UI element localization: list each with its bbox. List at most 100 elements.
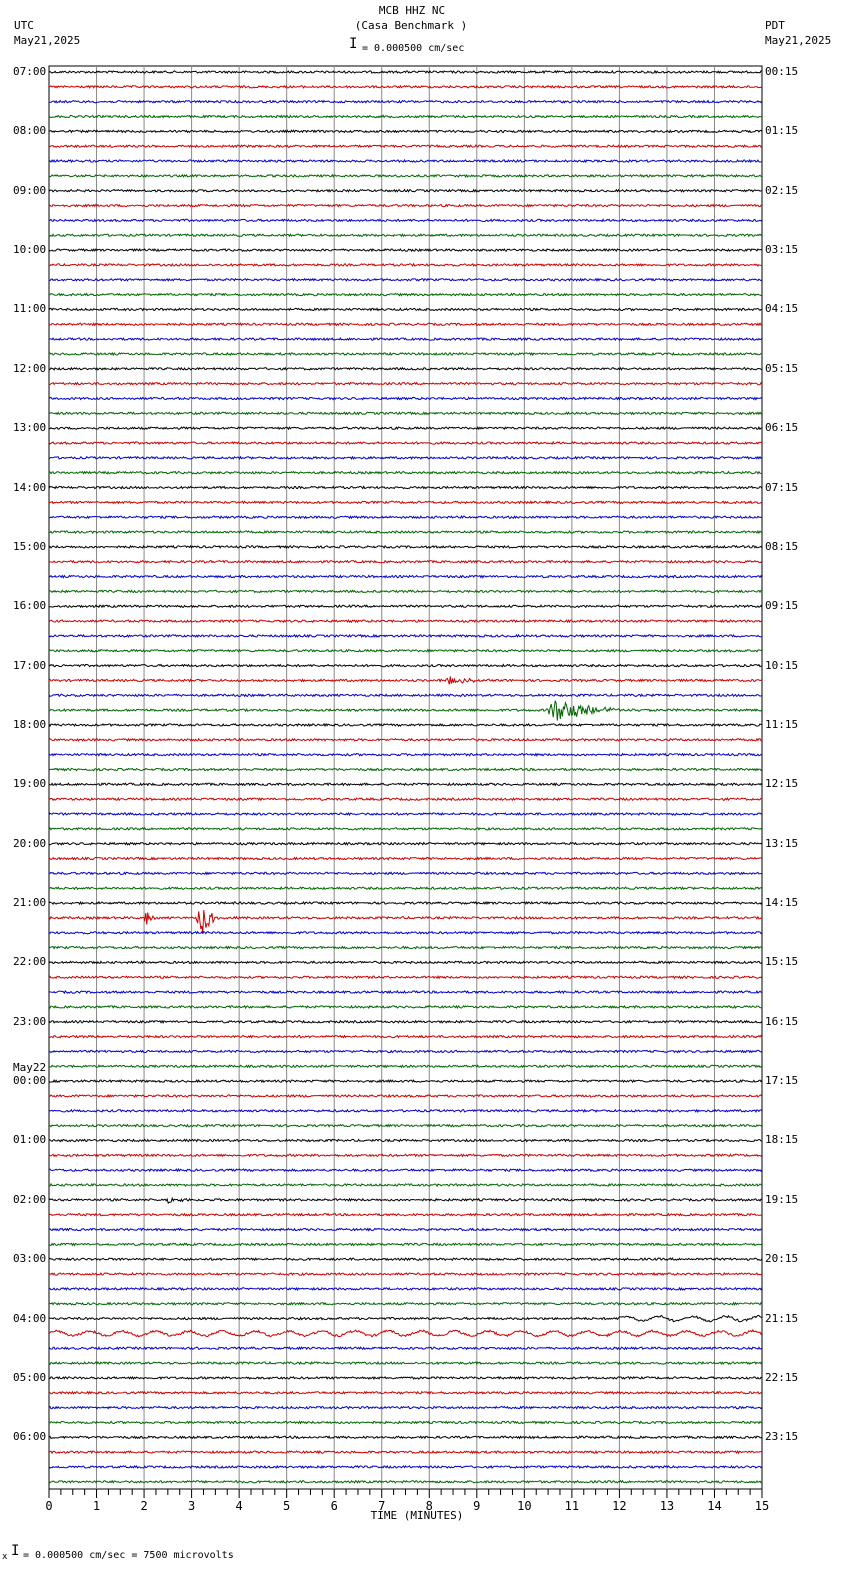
- trace-row: [48, 619, 763, 624]
- pdt-hour-label: 13:15: [765, 836, 799, 850]
- trace-row: [48, 989, 763, 995]
- utc-hour-label: 05:00: [13, 1370, 47, 1384]
- trace-row: [48, 396, 763, 401]
- trace-row: [48, 381, 763, 386]
- trace-row: [48, 722, 762, 728]
- x-tick-label: 14: [707, 1499, 721, 1513]
- trace-row: [48, 871, 763, 876]
- trace-row: [48, 129, 763, 134]
- utc-hour-label: 18:00: [13, 717, 47, 731]
- x-tick-label: 15: [755, 1499, 769, 1513]
- trace-row: [48, 1271, 763, 1277]
- trace-row: [48, 930, 763, 935]
- x-axis-label: TIME (MINUTES): [370, 1509, 464, 1522]
- pdt-hour-label: 14:15: [765, 896, 799, 910]
- trace-row: [48, 336, 763, 342]
- footer-scale-bar-icon: I: [11, 1543, 20, 1559]
- trace-row: [48, 1227, 763, 1232]
- trace-row: [48, 411, 763, 416]
- trace-row: [48, 663, 763, 668]
- x-tick-label: 4: [236, 1499, 243, 1513]
- pdt-hour-label: 19:15: [765, 1192, 799, 1206]
- trace-row: [48, 1405, 763, 1410]
- trace-row: [48, 1286, 763, 1292]
- trace-row: [48, 559, 763, 564]
- pdt-hour-label: 00:15: [765, 65, 799, 78]
- utc-hour-label: 23:00: [13, 1014, 47, 1028]
- utc-hour-label: 13:00: [13, 421, 47, 435]
- trace-row: [48, 574, 763, 579]
- utc-hour-label: 16:00: [13, 599, 47, 613]
- trace-row: [48, 218, 763, 223]
- trace-row: [48, 292, 763, 297]
- trace-row: [48, 173, 763, 178]
- trace-row: [48, 856, 763, 861]
- helicorder-plot: 0 1 2 3 4 5 6 7 8 9 10 11 12 13 14 15: [45, 65, 769, 1513]
- trace-row: [48, 262, 763, 268]
- trace-row: [48, 1242, 763, 1247]
- pdt-hour-label: 23:15: [765, 1430, 799, 1444]
- trace-row: [48, 1078, 763, 1084]
- utc-hour-label: 01:00: [13, 1133, 47, 1147]
- utc-hour-label: 12:00: [13, 361, 47, 375]
- trace-row: [48, 455, 763, 460]
- trace-row: [48, 544, 763, 549]
- trace-row: [49, 84, 763, 89]
- trace-row: [48, 1479, 763, 1484]
- utc-hour-label: 04:00: [13, 1311, 47, 1325]
- pdt-hour-label: 22:15: [765, 1370, 799, 1384]
- pdt-hour-label: 20:15: [765, 1252, 799, 1266]
- trace-row: [48, 158, 763, 164]
- trace-row: [48, 1346, 763, 1351]
- trace-row: [48, 782, 763, 787]
- trace-row: [48, 604, 763, 609]
- utc-hour-label: 15:00: [13, 539, 47, 553]
- trace-row: [48, 1464, 763, 1470]
- trace-row: [48, 1301, 763, 1306]
- trace-row: [48, 515, 763, 520]
- utc-hour-label: 21:00: [13, 896, 47, 910]
- trace-row: [48, 797, 763, 802]
- trace-row: [48, 1123, 763, 1128]
- utc-hour-label: 00:00: [13, 1074, 47, 1088]
- trace-row: [48, 1420, 763, 1425]
- date-change-label: May22: [13, 1061, 47, 1075]
- x-tick-label: 0: [45, 1499, 52, 1513]
- helicorder-page: MCB HHZ NC (Casa Benchmark ) UTC May21,2…: [0, 0, 850, 1584]
- trace-row: [48, 1108, 763, 1113]
- trace-row: [48, 203, 763, 208]
- utc-hour-label: 08:00: [13, 124, 47, 138]
- pdt-hour-label: 10:15: [765, 658, 799, 672]
- trace-row: [48, 1375, 763, 1381]
- trace-row: [48, 1449, 763, 1455]
- utc-hour-label: 03:00: [13, 1252, 47, 1266]
- trace-row: [48, 1329, 763, 1338]
- utc-hour-label: 07:00: [13, 65, 47, 78]
- trace-row: [48, 1034, 763, 1039]
- trace-row: [48, 1257, 763, 1262]
- trace-row: [48, 1153, 763, 1158]
- utc-hour-label: 06:00: [13, 1430, 47, 1444]
- trace-row: [48, 529, 763, 535]
- x-tick-label: 6: [331, 1499, 338, 1513]
- x-tick-label: 2: [140, 1499, 147, 1513]
- trace-row: [48, 307, 763, 312]
- pdt-hour-label: 04:15: [765, 302, 799, 316]
- trace-row: [48, 322, 763, 327]
- trace-row: [48, 886, 763, 891]
- trace-row: [48, 676, 763, 685]
- utc-hour-label: 19:00: [13, 777, 47, 791]
- trace-row: [48, 440, 763, 446]
- trace-row: [48, 960, 763, 965]
- trace-row: [48, 1314, 763, 1323]
- pdt-hour-label: 21:15: [765, 1311, 799, 1325]
- footer-mark: x: [2, 1552, 8, 1562]
- trace-row: [48, 589, 762, 594]
- trace-row: [48, 910, 763, 934]
- trace-row: [48, 1049, 763, 1054]
- pdt-hour-label: 07:15: [765, 480, 799, 494]
- trace-row: [48, 500, 763, 505]
- trace-row: [48, 1435, 763, 1440]
- trace-row: [48, 1196, 763, 1204]
- trace-row: [48, 633, 763, 638]
